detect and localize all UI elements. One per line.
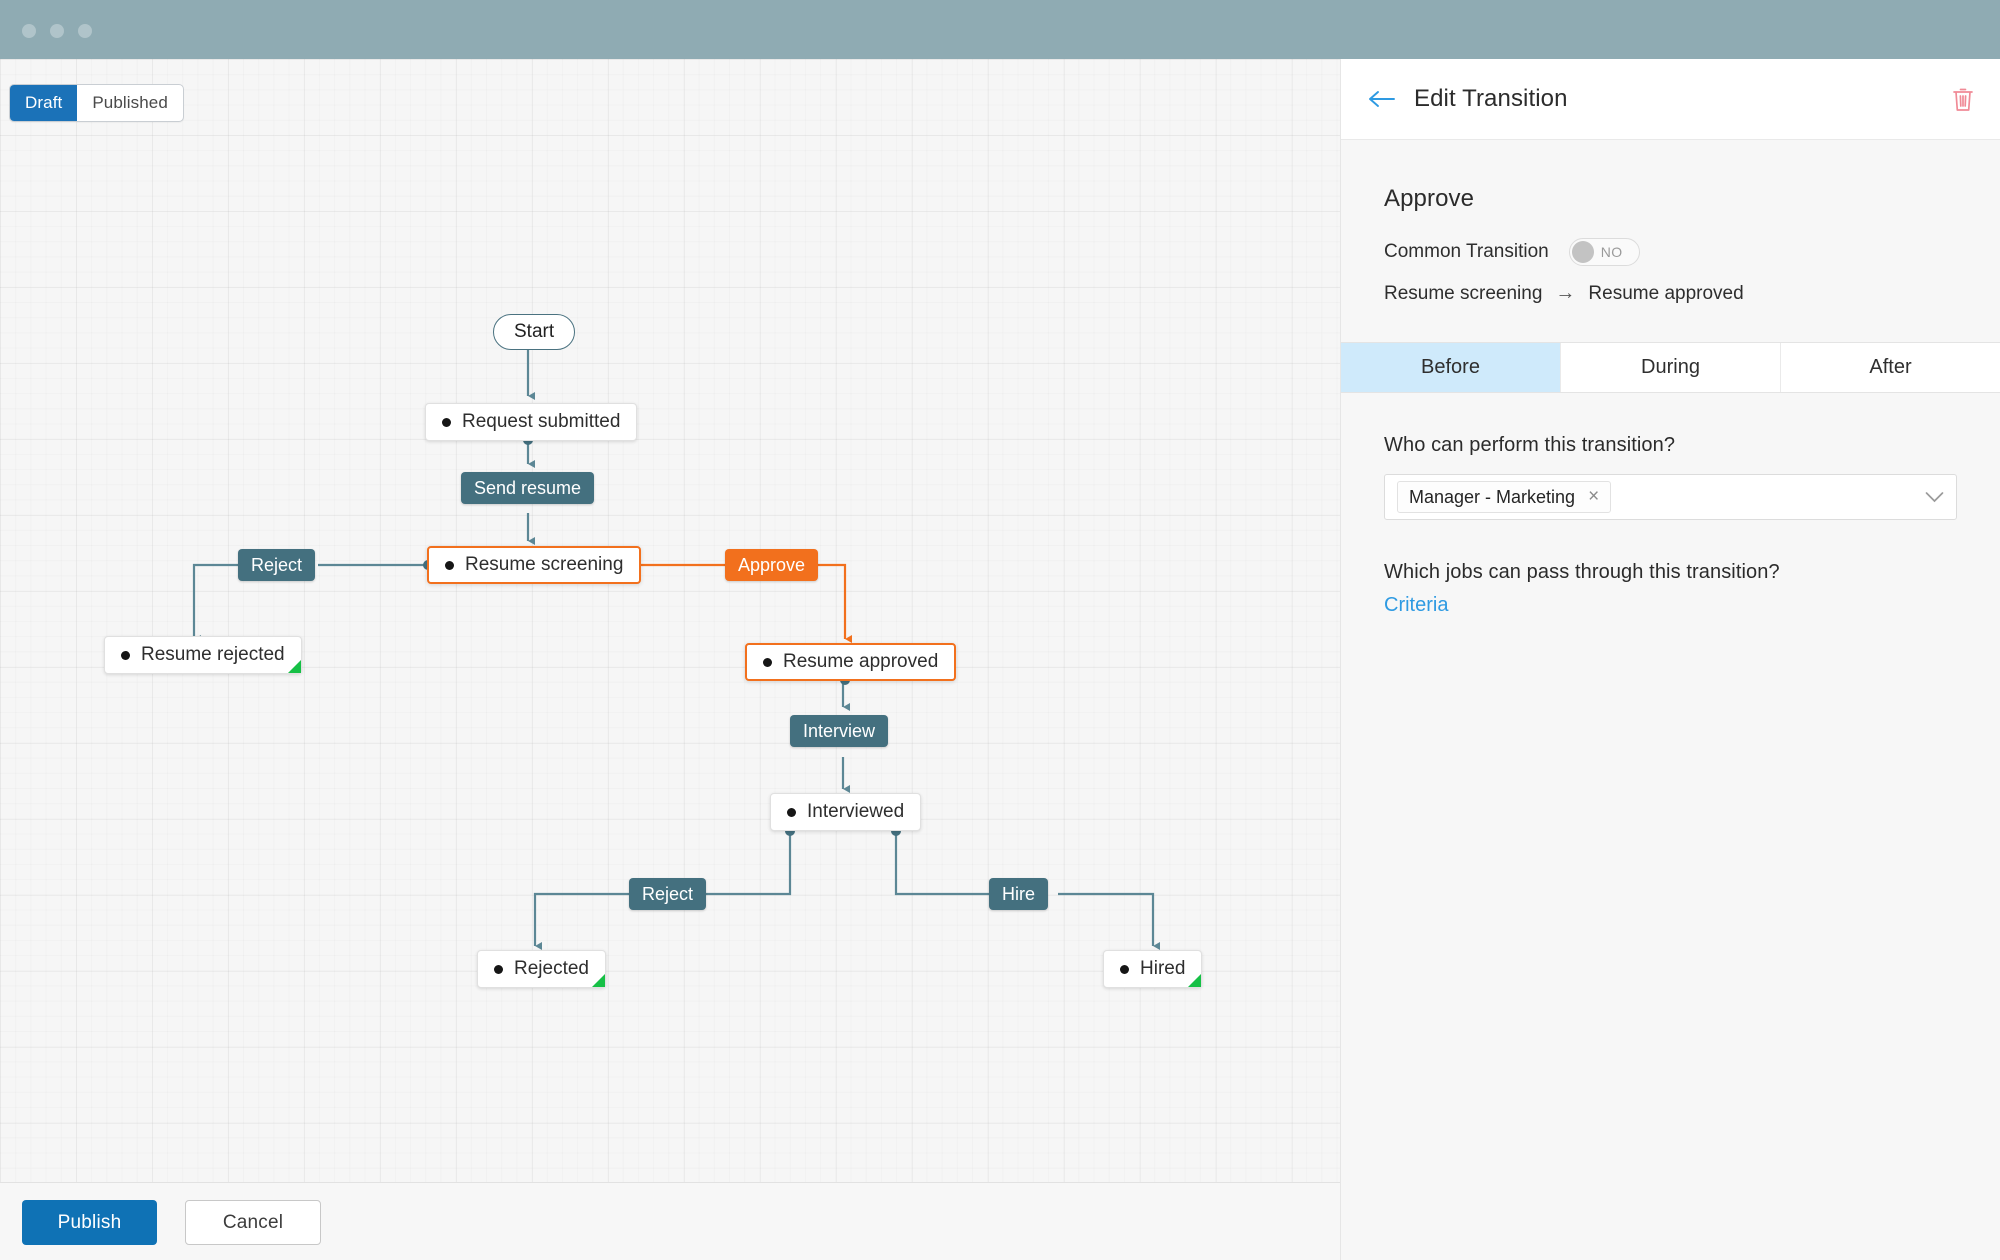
transition-path: Resume screening → Resume approved [1384,282,1957,305]
canvas-footer: Publish Cancel [0,1182,1340,1260]
flow-transition-reject-interview-label: Reject [642,883,694,904]
common-transition-row: Common Transition NO [1384,238,1957,266]
state-bullet-icon [445,560,454,570]
minimize-dot[interactable] [50,24,64,38]
toggle-knob [1571,241,1594,263]
cancel-button[interactable]: Cancel [185,1200,321,1245]
flow-node-resume-approved-label: Resume approved [783,651,939,672]
transition-name: Approve [1384,185,1475,212]
flow-node-resume-screening-label: Resume screening [465,554,624,575]
green-corner-icon [592,974,605,987]
tab-before[interactable]: Before [1341,343,1561,392]
back-arrow-icon[interactable] [1367,84,1397,114]
flow-transition-send-resume-label: Send resume [474,477,582,498]
arrow-right-icon: → [1555,282,1576,304]
flow-node-resume-screening[interactable]: Resume screening [427,546,642,584]
green-corner-icon [287,660,301,673]
transition-to-state: Resume approved [1588,282,1744,304]
window-controls [22,24,92,38]
flow-transition-reject-interview[interactable]: Reject [629,878,707,910]
flow-node-request-submitted-label: Request submitted [462,411,621,432]
performer-chip-label: Manager - Marketing [1409,486,1576,507]
criteria-link[interactable]: Criteria [1384,594,1957,617]
publish-button[interactable]: Publish [22,1200,157,1245]
common-transition-toggle[interactable]: NO [1568,238,1640,266]
panel-title: Edit Transition [1414,85,1568,112]
performer-select[interactable]: Manager - Marketing × [1384,474,1957,520]
workflow-canvas[interactable]: Draft Published Start Request submitted … [0,59,1340,1197]
state-bullet-icon [494,964,503,974]
panel-body: Approve Common Transition NO Resume scre… [1341,140,2000,305]
state-bullet-icon [121,650,130,660]
flow-node-rejected[interactable]: Rejected [477,950,606,988]
flow-transition-approve[interactable]: Approve [725,549,819,581]
common-transition-label: Common Transition [1384,241,1549,262]
panel-form: Who can perform this transition? Manager… [1341,434,2000,617]
flow-node-rejected-label: Rejected [514,958,589,979]
flow-node-interviewed-label: Interviewed [807,801,905,822]
flow-node-resume-rejected-label: Resume rejected [141,644,285,665]
window-titlebar [0,0,2000,59]
app-window: Draft Published Start Request submitted … [0,0,2000,1260]
flow-transition-hire[interactable]: Hire [989,878,1049,910]
tab-during[interactable]: During [1561,343,1781,392]
flow-node-start[interactable]: Start [493,314,576,350]
flow-transition-hire-label: Hire [1002,883,1036,904]
flow-node-hired[interactable]: Hired [1103,950,1203,988]
flow-transition-send-resume[interactable]: Send resume [461,472,595,504]
green-corner-icon [1188,974,1202,987]
state-bullet-icon [442,417,451,427]
panel-tabs: Before During After [1341,342,2000,393]
flow-node-interviewed[interactable]: Interviewed [770,793,922,831]
toggle-value: NO [1600,244,1623,260]
jobs-question-label: Which jobs can pass through this transit… [1384,561,1780,583]
tab-after[interactable]: After [1781,343,2000,392]
panel-header: Edit Transition [1341,59,2000,140]
state-bullet-icon [763,657,772,667]
performer-chip: Manager - Marketing × [1397,481,1612,513]
flow-node-start-label: Start [514,321,555,342]
flow-transition-approve-label: Approve [738,554,806,575]
transition-from-state: Resume screening [1384,282,1543,304]
flow-transition-reject-screening[interactable]: Reject [238,549,316,581]
flow-node-resume-rejected[interactable]: Resume rejected [104,636,302,674]
flow-node-hired-label: Hired [1140,958,1186,979]
flow-transition-reject-screening-label: Reject [251,554,303,575]
trash-icon[interactable] [1952,87,1974,112]
maximize-dot[interactable] [78,24,92,38]
remove-chip-icon[interactable]: × [1588,486,1599,508]
flow-node-resume-approved[interactable]: Resume approved [745,643,957,681]
edit-transition-panel: Edit Transition Approve Common Transitio… [1340,59,2000,1260]
state-bullet-icon [787,807,796,817]
who-question-label: Who can perform this transition? [1384,434,1676,456]
close-dot[interactable] [22,24,36,38]
flow-transition-interview-label: Interview [803,720,876,741]
state-bullet-icon [1120,964,1129,974]
flow-node-request-submitted[interactable]: Request submitted [425,403,638,441]
flow-transition-interview[interactable]: Interview [790,715,889,747]
flow-connectors [192,350,1160,950]
chevron-down-icon[interactable] [1925,491,1944,503]
